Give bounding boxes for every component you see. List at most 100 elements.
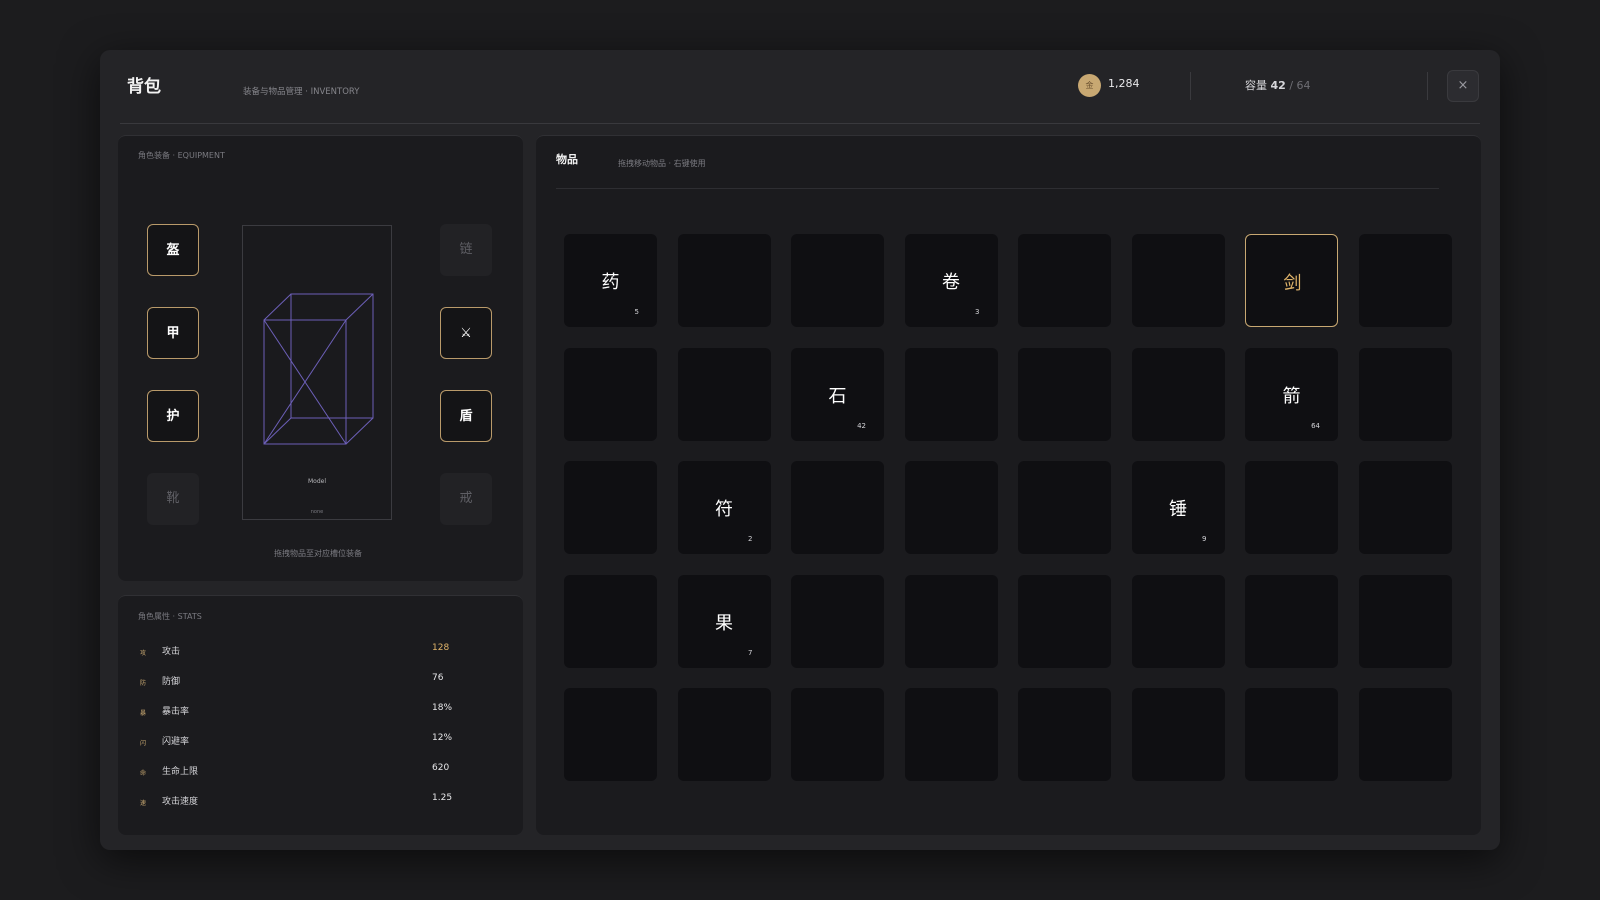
inventory-slot-empty[interactable] xyxy=(564,574,657,668)
equipment-slot[interactable]: 靴 xyxy=(147,473,199,525)
header-divider xyxy=(1427,72,1428,100)
capacity-separator: / xyxy=(1289,79,1294,92)
item-count: 9 xyxy=(1202,535,1207,543)
inventory-slot-empty[interactable] xyxy=(677,234,771,327)
inventory-slot-item[interactable]: 果7 xyxy=(677,574,771,668)
stat-row: 暴 暴击率 18% xyxy=(140,703,480,722)
inventory-slot-empty[interactable] xyxy=(1131,234,1225,327)
gold-coin-icon: 金 xyxy=(1078,74,1101,97)
model-name: Model xyxy=(307,478,326,485)
stat-icon: 防 xyxy=(140,680,147,687)
item-count: 5 xyxy=(634,308,639,316)
item-count: 42 xyxy=(857,421,866,430)
inventory-slot-empty[interactable] xyxy=(1018,347,1111,441)
inventory-slot-empty[interactable] xyxy=(1245,461,1338,554)
inventory-slot-empty[interactable] xyxy=(1018,574,1111,668)
inventory-slot-empty[interactable] xyxy=(904,574,998,668)
stat-icon: 攻 xyxy=(140,650,147,657)
inventory-slot-empty[interactable] xyxy=(791,461,884,554)
stat-name: 暴击率 xyxy=(162,707,190,717)
inventory-slot-empty[interactable] xyxy=(1018,461,1111,554)
inventory-slot-empty[interactable] xyxy=(564,688,657,781)
inventory-slot-empty[interactable] xyxy=(564,347,657,441)
equipment-slot[interactable]: 盔 xyxy=(147,224,199,276)
inventory-slot-empty[interactable] xyxy=(564,461,657,554)
close-button[interactable]: × xyxy=(1447,70,1479,102)
equipment-panel: 角色装备 · EQUIPMENT 盔甲护靴 链 ⚔ 盾戒 Model none 拖拽… xyxy=(118,135,523,581)
inventory-slot-item[interactable]: 剑 xyxy=(1245,234,1338,327)
inventory-slot-empty[interactable] xyxy=(791,688,884,781)
inventory-hint: 拖拽移动物品 · 右键使用 xyxy=(618,159,706,168)
inventory-slot-empty[interactable] xyxy=(677,347,771,441)
character-model-viewer[interactable]: Model none xyxy=(242,225,392,520)
stats-label: 角色属性 · STATS xyxy=(138,612,202,621)
inventory-title: 物品 xyxy=(556,153,578,166)
item-icon: 卷 xyxy=(942,272,960,293)
inventory-slot-empty[interactable] xyxy=(1358,461,1452,554)
inventory-slot-empty[interactable] xyxy=(904,461,998,554)
inventory-slot-empty[interactable] xyxy=(1358,688,1452,781)
stat-value: 1.25 xyxy=(432,793,453,803)
capacity-readout: 容量 42 / 64 xyxy=(1245,77,1311,93)
inventory-slot-empty[interactable] xyxy=(904,688,998,781)
inventory-slot-empty[interactable] xyxy=(1358,234,1452,327)
inventory-slot-empty[interactable] xyxy=(1245,574,1338,668)
item-icon: 箭 xyxy=(1282,385,1301,407)
stats-panel: 角色属性 · STATS 攻 攻击 128 防 防御 76 暴 暴击率 18% 闪 闪避率 12% 命 生… xyxy=(118,595,523,835)
item-count: 7 xyxy=(748,648,753,657)
stat-row: 速 攻击速度 1.25 xyxy=(140,793,480,812)
inventory-slot-empty[interactable] xyxy=(791,234,884,327)
equipment-slot[interactable]: ⚔ xyxy=(440,307,492,359)
stat-value: 12% xyxy=(432,733,453,743)
page-title: 背包 xyxy=(127,77,161,97)
stat-icon: 闪 xyxy=(140,740,147,747)
inventory-slot-item[interactable]: 符2 xyxy=(677,461,771,554)
equipment-slot[interactable]: 链 xyxy=(440,224,492,276)
inventory-slot-item[interactable]: 卷3 xyxy=(904,234,998,327)
inventory-slot-item[interactable]: 锤9 xyxy=(1131,461,1225,554)
item-icon: 药 xyxy=(601,272,620,293)
equipment-label: 角色装备 · EQUIPMENT xyxy=(138,151,225,160)
inventory-slot-item[interactable]: 药5 xyxy=(564,234,657,327)
inventory-slot-empty[interactable] xyxy=(1131,347,1225,441)
inventory-window: 背包 装备与物品管理 · INVENTORY 金 1,284 容量 42 / 6… xyxy=(100,50,1500,850)
stat-value: 76 xyxy=(432,673,444,683)
wireframe-cube-icon xyxy=(263,293,374,445)
stat-row: 闪 闪避率 12% xyxy=(140,733,480,752)
stat-value: 620 xyxy=(432,763,450,773)
inventory-slot-empty[interactable] xyxy=(677,688,771,781)
stat-name: 防御 xyxy=(162,677,181,687)
inventory-divider xyxy=(556,188,1439,189)
inventory-slot-empty[interactable] xyxy=(1131,688,1225,781)
header-divider-line xyxy=(120,123,1480,124)
model-subtitle: none xyxy=(310,509,324,515)
inventory-slot-empty[interactable] xyxy=(791,574,884,668)
inventory-slot-empty[interactable] xyxy=(1358,574,1452,668)
capacity-used: 42 xyxy=(1270,79,1286,92)
stat-icon: 速 xyxy=(140,800,147,807)
inventory-slot-item[interactable]: 箭 64 xyxy=(1245,347,1338,441)
inventory-slot-empty[interactable] xyxy=(1131,574,1225,668)
equipment-slot[interactable]: 盾 xyxy=(440,390,492,442)
inventory-slot-empty[interactable] xyxy=(1358,347,1452,441)
window-header: 背包 装备与物品管理 · INVENTORY 金 1,284 容量 42 / 6… xyxy=(100,50,1500,124)
item-icon: 剑 xyxy=(1283,273,1302,294)
equipment-slot[interactable]: 甲 xyxy=(147,307,199,359)
stat-value: 18% xyxy=(432,703,453,713)
item-icon: 石 xyxy=(828,385,847,407)
inventory-slot-empty[interactable] xyxy=(1245,688,1338,781)
inventory-slot-empty[interactable] xyxy=(1018,234,1111,327)
inventory-slot-empty[interactable] xyxy=(904,347,998,441)
item-count: 2 xyxy=(748,535,753,543)
inventory-slot-empty[interactable] xyxy=(1018,688,1111,781)
equipment-hint: 拖拽物品至对应槽位装备 xyxy=(274,549,362,558)
equipment-slot[interactable]: 戒 xyxy=(440,473,492,525)
equipment-slot[interactable]: 护 xyxy=(147,390,199,442)
stat-row: 防 防御 76 xyxy=(140,673,480,692)
stat-row: 命 生命上限 620 xyxy=(140,763,480,782)
stat-name: 闪避率 xyxy=(162,737,190,747)
stat-value: 128 xyxy=(432,643,450,653)
inventory-panel: 物品 拖拽移动物品 · 右键使用 药 5 卷 3 剑石 42 箭 64 符 2 锤 9 果 7 xyxy=(536,135,1481,835)
inventory-slot-item[interactable]: 石 42 xyxy=(791,347,884,441)
capacity-total: 64 xyxy=(1296,79,1311,92)
